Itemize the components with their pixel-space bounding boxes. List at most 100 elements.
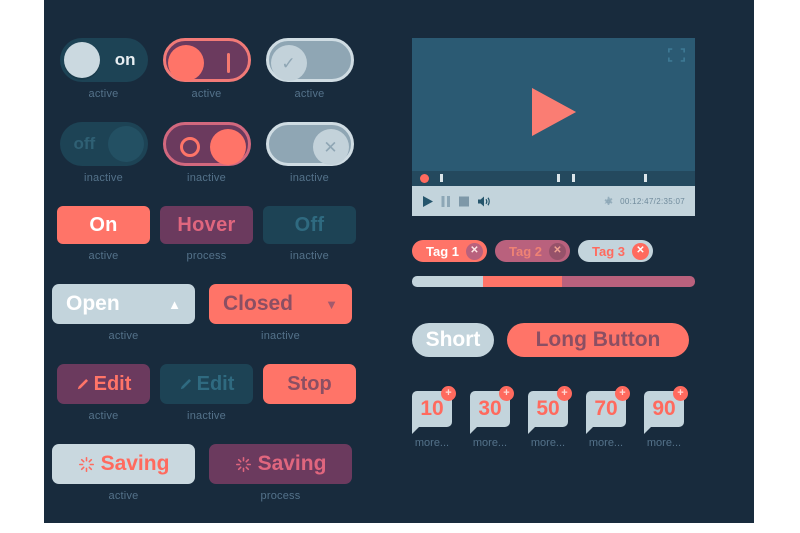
- badge-item[interactable]: 50 + more...: [528, 386, 572, 449]
- on-button[interactable]: On: [57, 206, 150, 244]
- tag-2[interactable]: Tag 2 ✕: [495, 240, 570, 262]
- plus-icon[interactable]: +: [673, 386, 688, 401]
- closed-dropdown-label: Closed: [223, 292, 294, 315]
- toggle-on-caption: active: [88, 88, 119, 100]
- close-icon[interactable]: ✕: [632, 242, 649, 260]
- bubble-tail: [412, 427, 419, 434]
- pill-button-row: Short Long Button: [412, 323, 707, 357]
- check-icon: ✓: [281, 53, 296, 73]
- toggle-off[interactable]: off: [59, 122, 148, 166]
- toggle-on-label: on: [114, 50, 136, 69]
- playhead-marker[interactable]: [420, 174, 429, 183]
- badge-item[interactable]: 30 + more...: [470, 386, 514, 449]
- toggle-on[interactable]: on: [59, 38, 148, 82]
- toggle-circle[interactable]: [162, 122, 251, 166]
- toggle-knob: [209, 129, 246, 165]
- badge-more-label[interactable]: more...: [473, 437, 507, 449]
- bubble-tail: [586, 427, 593, 434]
- close-icon[interactable]: ✕: [466, 242, 483, 260]
- progress-segment-coral: [482, 276, 562, 287]
- right-column: 00:12:47/2:35:07 Tag 1 ✕ Tag 2 ✕ Tag 3 ✕: [412, 38, 707, 449]
- state-cell-hover: Hover process: [155, 206, 258, 262]
- chapter-tick: [572, 174, 575, 182]
- plus-icon[interactable]: +: [557, 386, 572, 401]
- toggle-row-active: on active active ✓ active: [52, 38, 362, 100]
- closed-dropdown[interactable]: Closed ▼: [209, 284, 352, 324]
- toggle-close[interactable]: ✕: [265, 122, 354, 166]
- toggle-off-label: off: [73, 134, 96, 153]
- play-icon[interactable]: [422, 195, 434, 208]
- badge-item[interactable]: 10 + more...: [412, 386, 456, 449]
- saving-button-process[interactable]: Saving: [209, 444, 352, 484]
- progress-segment-mauve: [561, 276, 695, 287]
- bar-icon: [226, 53, 230, 73]
- toggle-bar-caption: active: [191, 88, 222, 100]
- action-cell-edit-active: Edit active: [52, 364, 155, 422]
- fullscreen-icon[interactable]: [668, 48, 685, 62]
- speech-bubble-icon: 30 +: [470, 386, 514, 434]
- close-icon[interactable]: ✕: [549, 242, 566, 260]
- toggle-bar[interactable]: [162, 38, 251, 82]
- badge-item[interactable]: 90 + more...: [644, 386, 688, 449]
- gear-icon[interactable]: [603, 196, 614, 207]
- edit-active-caption: active: [88, 410, 119, 422]
- left-column: on active active ✓ active off inactive i…: [52, 38, 362, 502]
- chapter-tick: [557, 174, 560, 182]
- tag-1[interactable]: Tag 1 ✕: [412, 240, 487, 262]
- close-icon: ✕: [323, 137, 338, 157]
- speech-bubble-icon: 10 +: [412, 386, 456, 434]
- badge-more-label[interactable]: more...: [531, 437, 565, 449]
- saving-process-caption: process: [260, 490, 301, 502]
- spinner-icon: [235, 456, 251, 472]
- badge-more-label[interactable]: more...: [647, 437, 681, 449]
- badge-item[interactable]: 70 + more...: [586, 386, 630, 449]
- toggle-cell-close: ✕ inactive: [258, 122, 361, 184]
- tag-3[interactable]: Tag 3 ✕: [578, 240, 653, 262]
- pencil-icon: [180, 378, 191, 389]
- long-button[interactable]: Long Button: [507, 323, 689, 357]
- bubble-tail: [528, 427, 535, 434]
- volume-icon[interactable]: [477, 195, 492, 208]
- plus-icon[interactable]: +: [499, 386, 514, 401]
- dropdown-cell-closed: Closed ▼ inactive: [209, 284, 352, 342]
- tag-2-label: Tag 2: [509, 243, 542, 259]
- saving-process-label: Saving: [257, 452, 327, 475]
- video-screen[interactable]: [412, 38, 695, 186]
- toggle-knob: ✓: [270, 45, 307, 81]
- badge-row: 10 + more... 30 + more... 50 + more... 7…: [412, 386, 707, 449]
- saving-button-active[interactable]: Saving: [52, 444, 195, 484]
- stop-button[interactable]: Stop: [263, 364, 356, 404]
- off-button[interactable]: Off: [263, 206, 356, 244]
- toggle-check[interactable]: ✓: [265, 38, 354, 82]
- short-button[interactable]: Short: [412, 323, 494, 357]
- stop-icon[interactable]: [458, 195, 470, 208]
- edit-button-inactive[interactable]: Edit: [160, 364, 253, 404]
- closed-dropdown-caption: inactive: [261, 330, 300, 342]
- video-player: 00:12:47/2:35:07: [412, 38, 695, 216]
- video-scrubber[interactable]: [412, 171, 695, 186]
- chevron-up-icon: ▲: [168, 296, 181, 312]
- state-button-row: On active Hover process Off inactive: [52, 206, 362, 262]
- badge-more-label[interactable]: more...: [415, 437, 449, 449]
- open-dropdown[interactable]: Open ▲: [52, 284, 195, 324]
- hover-button[interactable]: Hover: [160, 206, 253, 244]
- badge-more-label[interactable]: more...: [589, 437, 623, 449]
- edit-button-inactive-label: Edit: [196, 372, 235, 395]
- ui-kit-canvas: on active active ✓ active off inactive i…: [0, 0, 800, 533]
- plus-icon[interactable]: +: [441, 386, 456, 401]
- state-cell-on: On active: [52, 206, 155, 262]
- edit-button-active[interactable]: Edit: [57, 364, 150, 404]
- edit-inactive-caption: inactive: [187, 410, 226, 422]
- toggle-cell-on: on active: [52, 38, 155, 100]
- on-button-caption: active: [88, 250, 119, 262]
- action-cell-edit-inactive: Edit inactive: [155, 364, 258, 422]
- pause-icon[interactable]: [441, 195, 451, 208]
- progress-bar[interactable]: [412, 276, 695, 287]
- play-icon[interactable]: [526, 86, 582, 138]
- plus-icon[interactable]: +: [615, 386, 630, 401]
- edit-button-active-label: Edit: [93, 372, 132, 395]
- dropdown-cell-open: Open ▲ active: [52, 284, 195, 342]
- chevron-down-icon: ▼: [325, 296, 338, 312]
- toggle-close-caption: inactive: [290, 172, 329, 184]
- action-button-row: Edit active Edit inactive Stop: [52, 364, 362, 422]
